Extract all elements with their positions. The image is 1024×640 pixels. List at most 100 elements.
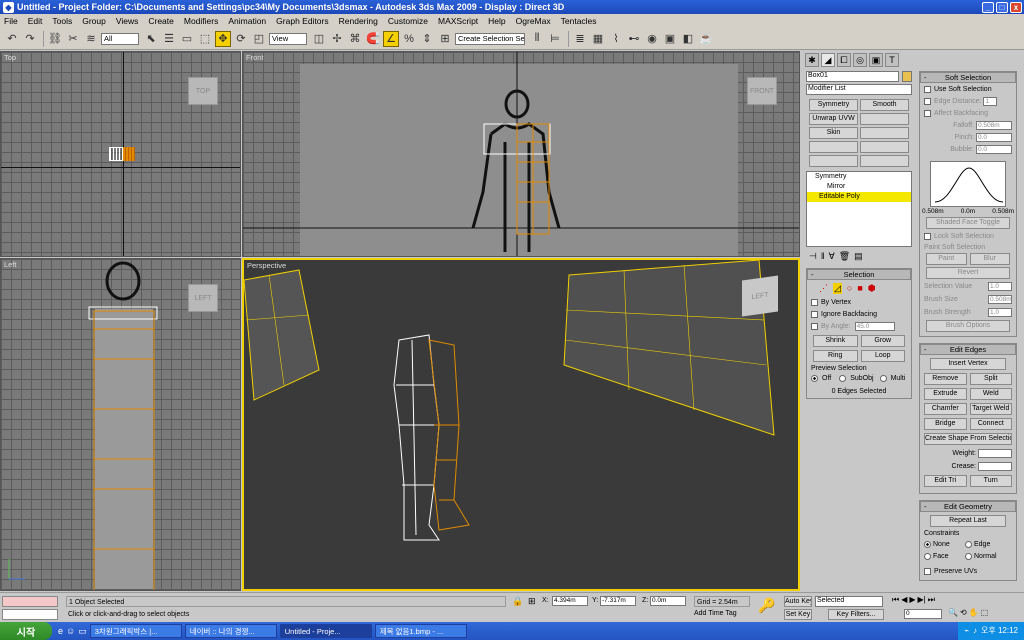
bind-space-warp-icon[interactable]: ≋	[83, 31, 99, 47]
manipulate-icon[interactable]: ✢	[329, 31, 345, 47]
absolute-mode-icon[interactable]: ⊞	[528, 596, 536, 607]
edit-geometry-header[interactable]: Edit Geometry	[920, 501, 1016, 512]
remove-button[interactable]: Remove	[924, 373, 967, 385]
menu-create[interactable]: Create	[148, 16, 174, 26]
edge-distance-field[interactable]: 1	[983, 97, 998, 106]
set-key-button[interactable]: Set Key	[784, 609, 812, 620]
connect-button[interactable]: Connect	[969, 418, 1012, 430]
preview-off-radio[interactable]	[811, 375, 818, 382]
goto-start-icon[interactable]: ⏮	[892, 595, 899, 605]
spinner-snap-icon[interactable]: ⇕	[419, 31, 435, 47]
selection-filter-dropdown[interactable]: All	[101, 32, 139, 45]
paint-button[interactable]: Paint	[926, 253, 967, 265]
render-setup-icon[interactable]: ▣	[662, 31, 678, 47]
taskbar-item[interactable]: 제목 없음1.bmp - ...	[374, 624, 467, 638]
x-coord-field[interactable]: 4.394m	[552, 596, 588, 606]
make-unique-icon[interactable]: ∀	[829, 251, 835, 262]
quick-render-icon[interactable]: ☕	[698, 31, 714, 47]
reference-coord-dropdown[interactable]: View	[269, 32, 307, 45]
loop-button[interactable]: Loop	[860, 350, 905, 362]
by-angle-checkbox[interactable]	[811, 323, 818, 330]
edit-named-selection-icon[interactable]: ⊞	[437, 31, 453, 47]
menu-views[interactable]: Views	[116, 16, 139, 26]
taskbar-item[interactable]: Untitled - Proje...	[279, 624, 372, 638]
window-crossing-icon[interactable]: ⬚	[197, 31, 213, 47]
brush-options-button[interactable]: Brush Options	[926, 320, 1010, 332]
pinch-field[interactable]: 0.0	[976, 133, 1012, 142]
edge-distance-checkbox[interactable]	[924, 98, 931, 105]
taskbar-item[interactable]: 3차원그래픽박스 |...	[89, 624, 182, 638]
ignore-backfacing-checkbox[interactable]	[811, 311, 818, 318]
named-selection-set-dropdown[interactable]: Create Selection Set	[455, 32, 525, 45]
selection-rollout-header[interactable]: Selection	[807, 269, 911, 280]
falloff-field[interactable]: 0.508m	[976, 121, 1012, 130]
viewcube-top[interactable]: TOP	[188, 77, 218, 105]
empty-modifier-button[interactable]	[860, 113, 909, 125]
volume-icon[interactable]: ♪	[973, 622, 977, 640]
keyboard-shortcut-icon[interactable]: ⌘	[347, 31, 363, 47]
affect-backfacing-checkbox[interactable]	[924, 110, 931, 117]
unlink-icon[interactable]: ✂	[65, 31, 81, 47]
menu-rendering[interactable]: Rendering	[339, 16, 378, 26]
weld-button[interactable]: Weld	[969, 388, 1012, 400]
set-key-mode-icon[interactable]: 🔑	[758, 597, 775, 614]
menu-ogremax[interactable]: OgreMax	[516, 16, 551, 26]
minimize-button[interactable]: _	[982, 1, 994, 13]
select-object-icon[interactable]: ⬉	[143, 31, 159, 47]
taskbar-item[interactable]: 네이버 :: 나의 경쟁...	[184, 624, 277, 638]
add-time-tag-button[interactable]: Add Time Tag	[694, 610, 737, 617]
stack-item-symmetry[interactable]: Symmetry	[807, 172, 911, 182]
lock-selection-icon[interactable]: 🔒	[512, 596, 523, 607]
crease-field[interactable]	[978, 462, 1012, 471]
border-icon[interactable]: ○	[847, 283, 852, 294]
turn-button[interactable]: Turn	[969, 475, 1012, 487]
bridge-button[interactable]: Bridge	[924, 418, 967, 430]
show-end-result-icon[interactable]: ‖	[821, 251, 825, 262]
viewcube-perspective[interactable]: LEFT	[742, 275, 778, 317]
empty-modifier-button[interactable]	[860, 155, 909, 167]
brush-strength-field[interactable]: 1.0	[988, 308, 1012, 317]
preserve-uvs-checkbox[interactable]	[924, 568, 931, 575]
menu-group[interactable]: Group	[82, 16, 106, 26]
viewport-label-top[interactable]: Top	[4, 53, 16, 62]
unwrap-uvw-button[interactable]: Unwrap UVW	[809, 113, 858, 125]
select-rotate-icon[interactable]: ⟳	[233, 31, 249, 47]
max-toggle-icon[interactable]: ⬚	[981, 608, 989, 617]
maxscript-listener-mini[interactable]	[2, 596, 58, 607]
layer-manager-icon[interactable]: ≣	[572, 31, 588, 47]
menu-graph-editors[interactable]: Graph Editors	[276, 16, 328, 26]
edit-tri-button[interactable]: Edit Tri	[924, 475, 967, 487]
select-move-icon[interactable]: ✥	[215, 30, 231, 47]
select-link-icon[interactable]: ⛓	[47, 31, 63, 47]
by-angle-field[interactable]: 45.0	[854, 322, 895, 331]
target-weld-button[interactable]: Target Weld	[969, 403, 1012, 415]
menu-edit[interactable]: Edit	[28, 16, 43, 26]
y-coord-field[interactable]: -7.317m	[600, 596, 636, 606]
empty-modifier-button[interactable]	[860, 127, 909, 139]
viewport-perspective[interactable]: Perspective LEFT	[242, 258, 800, 591]
weight-field[interactable]	[978, 449, 1012, 458]
utilities-tab-icon[interactable]: T	[885, 53, 899, 67]
menu-animation[interactable]: Animation	[228, 16, 266, 26]
viewport-top[interactable]: Top TOP	[0, 51, 241, 257]
menu-help[interactable]: Help	[488, 16, 505, 26]
revert-button[interactable]: Revert	[926, 267, 1010, 279]
brush-size-field[interactable]: 0.508m	[988, 295, 1012, 304]
material-editor-icon[interactable]: ◉	[644, 31, 660, 47]
play-icon[interactable]: ▶	[909, 595, 915, 605]
redo-icon[interactable]: ↷	[22, 31, 38, 47]
menu-tools[interactable]: Tools	[52, 16, 72, 26]
smooth-button[interactable]: Smooth	[860, 99, 909, 111]
graphite-icon[interactable]: ▦	[590, 31, 606, 47]
create-tab-icon[interactable]: ✱	[805, 53, 819, 67]
constraint-edge-radio[interactable]	[965, 541, 972, 548]
menu-tentacles[interactable]: Tentacles	[561, 16, 597, 26]
pivot-center-icon[interactable]: ◫	[311, 31, 327, 47]
constraint-normal-radio[interactable]	[965, 553, 972, 560]
render-frame-icon[interactable]: ◧	[680, 31, 696, 47]
select-by-name-icon[interactable]: ☰	[161, 31, 177, 47]
close-button[interactable]: x	[1010, 1, 1022, 13]
empty-modifier-button[interactable]	[809, 141, 858, 153]
align-icon[interactable]: ⊨	[547, 31, 563, 47]
rect-selection-icon[interactable]: ▭	[179, 31, 195, 47]
